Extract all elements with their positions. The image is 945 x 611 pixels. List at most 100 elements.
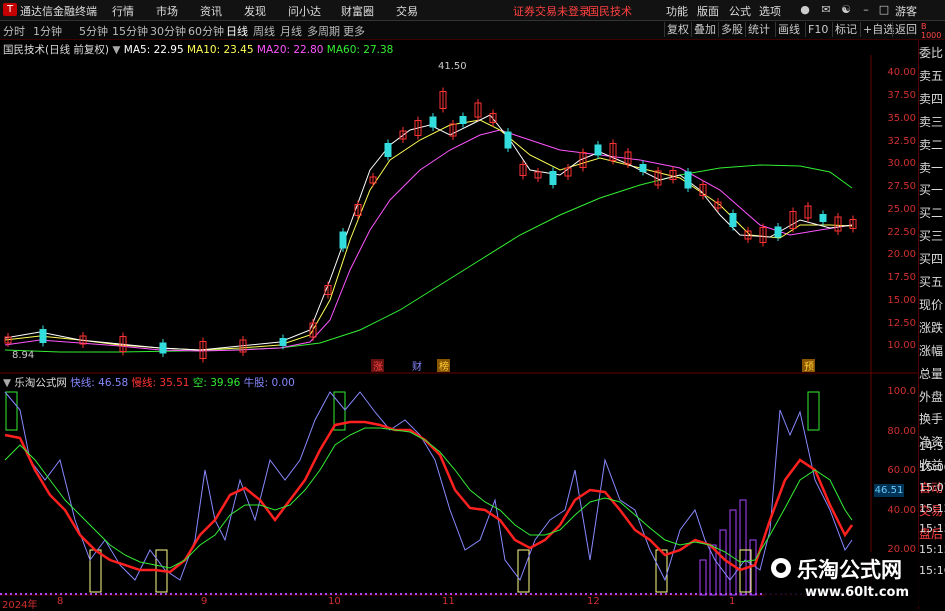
period-1min[interactable]: 1分钟 — [33, 23, 62, 39]
column-header-top: B — [921, 22, 927, 31]
time-label: 15:13 — [919, 522, 945, 536]
ma10-line — [4, 119, 853, 351]
menu-wealth[interactable]: 财富圈 — [341, 3, 374, 19]
quote-label: 卖五 — [919, 68, 944, 83]
app-logo-icon: T — [3, 3, 17, 16]
candle-body — [384, 143, 392, 157]
period-monthly[interactable]: 月线 — [280, 23, 302, 39]
candlesticks — [4, 87, 857, 363]
signal-boxes — [5, 391, 820, 593]
btn-add-watchlist[interactable]: +自选 — [860, 22, 896, 37]
time-label: 14:57 — [919, 440, 945, 453]
indicator-axis-40: 40.00 — [887, 505, 916, 516]
event-forecast[interactable]: 预 — [804, 361, 814, 373]
time-axis-jan: 1 — [729, 596, 736, 607]
time-axis-dec: 12 — [587, 596, 600, 607]
price-axis-25: 25.00 — [887, 204, 916, 215]
maximize-icon[interactable]: □ — [876, 2, 892, 18]
btn-mark[interactable]: 标记 — [832, 22, 859, 37]
price-axis-35: 35.00 — [887, 113, 916, 124]
price-axis-20: 20.00 — [887, 249, 916, 260]
menu-formula[interactable]: 公式 — [729, 3, 751, 19]
low-price-label: 8.94 — [12, 350, 34, 361]
watermark-url: www.60lt.com — [805, 585, 910, 600]
watermark-title: 乐淘公式网 — [797, 558, 902, 582]
time-label: 15:00 — [919, 460, 945, 474]
btn-draw[interactable]: 画线 — [775, 22, 802, 37]
menu-ask[interactable]: 问小达 — [288, 3, 321, 19]
quote-label: 买一 — [919, 183, 944, 198]
menu-discover[interactable]: 发现 — [244, 3, 266, 19]
event-limit-up[interactable]: 涨 — [373, 361, 383, 373]
skin-icon[interactable]: ☯ — [838, 2, 854, 18]
price-axis-30: 30.00 — [887, 158, 916, 169]
period-15min[interactable]: 15分钟 — [112, 23, 148, 39]
ma5-line — [4, 114, 853, 351]
btn-f10[interactable]: F10 — [805, 22, 830, 37]
price-axis-37: 37.50 — [887, 90, 916, 101]
price-axis-32: 32.50 — [887, 136, 916, 147]
watermark: 乐淘公式网 www.60lt.com — [765, 552, 920, 607]
price-axis-12: 12.50 — [887, 318, 916, 329]
time-label: 15:15 — [919, 543, 945, 556]
btn-adjust[interactable]: 复权 — [664, 22, 691, 37]
indicator-axis-100: 100.0 — [887, 386, 916, 397]
high-price-label: 41.50 — [438, 61, 467, 72]
quote-label: 卖一 — [919, 160, 944, 175]
period-daily[interactable]: 日线 — [226, 23, 248, 39]
guest-label[interactable]: 游客 — [895, 3, 917, 19]
menu-function[interactable]: 功能 — [666, 3, 688, 19]
menu-market[interactable]: 市场 — [156, 3, 178, 19]
period-more[interactable]: 更多 — [343, 23, 365, 39]
slow-line — [4, 420, 854, 574]
time-axis-aug: 8 — [57, 596, 64, 607]
candle-body — [159, 342, 167, 354]
candle-body — [549, 171, 557, 185]
ma20-line — [4, 129, 853, 352]
quote-label: 买三 — [919, 229, 944, 244]
event-rank[interactable]: 榜 — [439, 360, 449, 373]
quote-label: 外盘 — [919, 389, 944, 404]
event-finance[interactable]: 财 — [412, 360, 422, 373]
minimize-icon[interactable]: – — [858, 2, 874, 18]
quote-label: 卖二 — [919, 137, 944, 152]
column-header: B 1000 — [921, 22, 941, 40]
btn-overlay[interactable]: 叠加 — [691, 22, 718, 37]
candle-body — [639, 164, 647, 172]
message-icon[interactable]: ✉ — [818, 2, 834, 18]
candle-body — [504, 131, 512, 149]
price-axis-15: 15.00 — [887, 295, 916, 306]
candle-body — [39, 329, 47, 343]
btn-back[interactable]: 返回 — [892, 22, 919, 37]
period-weekly[interactable]: 周线 — [253, 23, 275, 39]
candle-body — [339, 231, 347, 249]
btn-multistock[interactable]: 多股 — [718, 22, 745, 37]
menu-news[interactable]: 资讯 — [200, 3, 222, 19]
candle-body — [774, 226, 782, 238]
user-icon[interactable]: ● — [797, 2, 813, 18]
ma60-line — [4, 164, 853, 353]
price-axis-22: 22.50 — [887, 227, 916, 238]
period-timeshare[interactable]: 分时 — [3, 23, 25, 39]
menu-trade[interactable]: 交易 — [396, 3, 418, 19]
price-axis-10: 10.00 — [887, 340, 916, 351]
quote-label: 买五 — [919, 275, 944, 289]
menu-options[interactable]: 选项 — [759, 3, 781, 19]
watermark-logo-icon — [769, 556, 793, 580]
kline-chart[interactable]: 41.50 8.94 涨 财 榜 预 — [0, 40, 918, 609]
period-60min[interactable]: 60分钟 — [188, 23, 224, 39]
quote-label: 涨跌 — [919, 320, 944, 335]
time-label: 15:12 — [919, 501, 945, 515]
quote-label: 委比 — [919, 46, 944, 60]
menu-layout[interactable]: 版面 — [697, 3, 719, 19]
menu-quotes[interactable]: 行情 — [112, 3, 134, 19]
period-multi[interactable]: 多周期 — [307, 23, 340, 39]
quote-label: 卖三 — [919, 114, 944, 129]
period-30min[interactable]: 30分钟 — [150, 23, 186, 39]
period-5min[interactable]: 5分钟 — [79, 23, 108, 39]
btn-stats[interactable]: 统计 — [745, 22, 772, 37]
candle-body — [594, 144, 602, 156]
quote-label: 卖四 — [919, 91, 944, 106]
login-notice[interactable]: 证券交易未登录 — [513, 3, 590, 19]
period-toolbar: 分时 1分钟 5分钟 15分钟 30分钟 60分钟 日线 周线 月线 多周期 更… — [0, 21, 945, 40]
